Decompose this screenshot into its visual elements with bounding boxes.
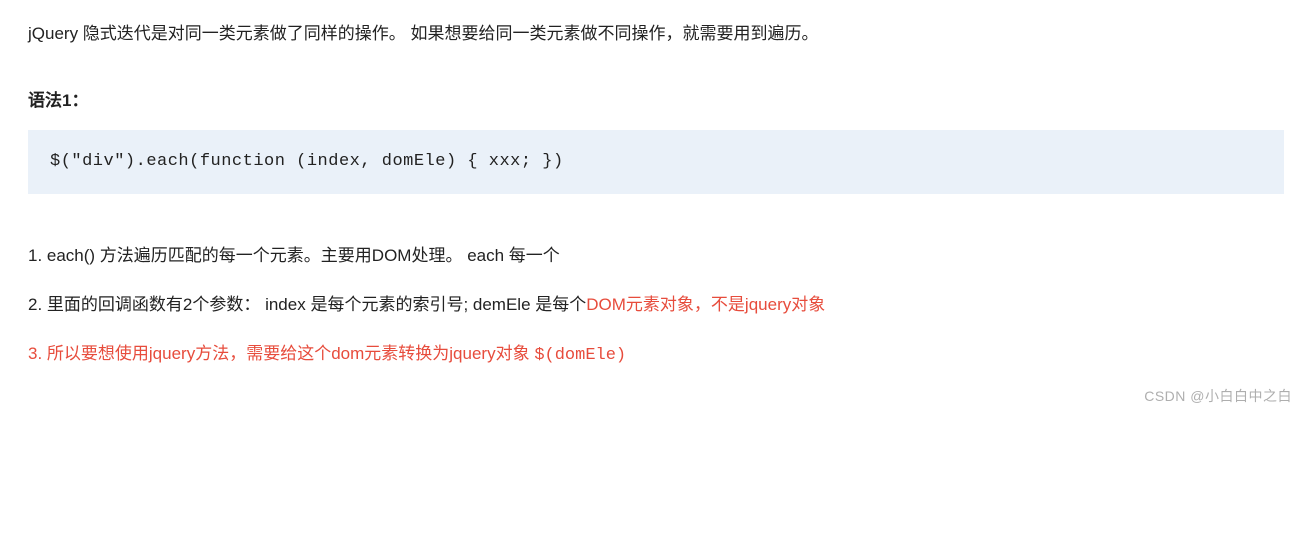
syntax-heading: 语法1： (28, 87, 1284, 114)
list-item-3: 3. 所以要想使用jquery方法，需要给这个dom元素转换为jquery对象 … (28, 340, 1284, 369)
item2-highlight: DOM元素对象，不是jquery对象 (586, 295, 825, 314)
list-item-2: 2. 里面的回调函数有2个参数： index 是每个元素的索引号; demEle… (28, 291, 1284, 318)
item3-code: $(domEle) (534, 346, 626, 365)
code-block: $("div").each(function (index, domEle) {… (28, 130, 1284, 193)
intro-paragraph: jQuery 隐式迭代是对同一类元素做了同样的操作。 如果想要给同一类元素做不同… (28, 20, 1284, 47)
item2-text: 2. 里面的回调函数有2个参数： index 是每个元素的索引号; demEle… (28, 295, 586, 314)
list-item-1: 1. each() 方法遍历匹配的每一个元素。主要用DOM处理。 each 每一… (28, 242, 1284, 269)
item3-text: 3. 所以要想使用jquery方法，需要给这个dom元素转换为jquery对象 (28, 344, 534, 363)
watermark: CSDN @小白白中之白 (1144, 385, 1292, 407)
